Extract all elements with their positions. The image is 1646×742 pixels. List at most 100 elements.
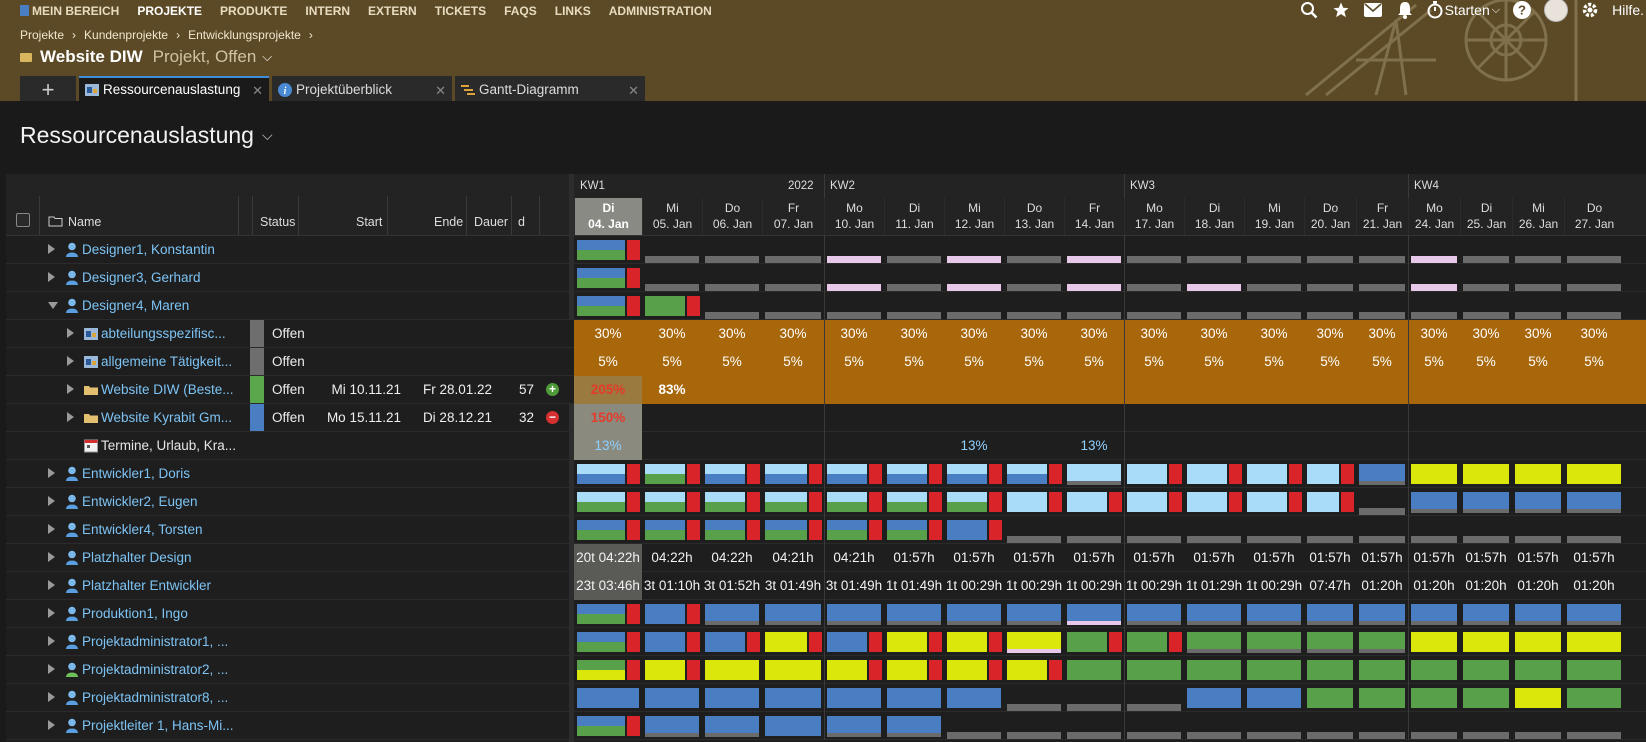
load-cell[interactable] [824, 600, 884, 628]
day-header[interactable]: Mo 24. Jan [1408, 198, 1460, 235]
load-cell[interactable] [1304, 264, 1356, 292]
load-cell[interactable] [824, 684, 884, 712]
load-cell[interactable] [1244, 236, 1304, 264]
load-cell[interactable] [762, 292, 824, 320]
load-cell[interactable] [1004, 292, 1064, 320]
load-cell[interactable] [884, 236, 944, 264]
load-cell[interactable] [884, 628, 944, 656]
load-cell[interactable] [1304, 292, 1356, 320]
load-cell[interactable] [1004, 488, 1064, 516]
placeholder-hours[interactable]: 01:57h [1356, 550, 1408, 565]
gear-icon[interactable] [1580, 0, 1600, 20]
load-cell[interactable] [702, 292, 762, 320]
load-cell[interactable] [944, 600, 1004, 628]
day-header[interactable]: Di 11. Jan [884, 198, 944, 235]
table-row[interactable]: Entwickler2, Eugen [6, 488, 1646, 516]
collapse-icon[interactable] [48, 302, 58, 309]
load-cell[interactable] [824, 628, 884, 656]
load-cell[interactable] [1564, 488, 1624, 516]
load-cell[interactable] [1124, 656, 1184, 684]
load-cell[interactable] [1184, 264, 1244, 292]
load-cell[interactable] [944, 292, 1004, 320]
load-cell[interactable] [1244, 656, 1304, 684]
day-header[interactable]: Fr 21. Jan [1356, 198, 1408, 235]
load-cell[interactable] [884, 264, 944, 292]
expand-icon[interactable] [48, 580, 55, 590]
nav-intern[interactable]: INTERN [305, 4, 350, 18]
placeholder-hours[interactable]: 01:57h [1408, 550, 1460, 565]
load-cell[interactable] [884, 516, 944, 544]
load-cell[interactable] [642, 656, 702, 684]
view-selector[interactable]: Ressourcenauslastung ⌵ [20, 122, 273, 149]
load-cell[interactable] [1356, 236, 1408, 264]
load-cell[interactable] [824, 656, 884, 684]
load-cell[interactable] [884, 600, 944, 628]
placeholder-hours[interactable]: 01:57h [1004, 550, 1064, 565]
table-row[interactable]: Projektadministrator1, ... [6, 628, 1646, 656]
day-header[interactable]: Di 25. Jan [1460, 198, 1512, 235]
expand-icon[interactable] [48, 692, 55, 702]
table-row[interactable]: Projektadministrator2, ... [6, 656, 1646, 684]
table-row[interactable]: Entwickler4, Torsten [6, 516, 1646, 544]
allocation-value[interactable]: 5% [574, 354, 642, 369]
load-cell[interactable] [1244, 628, 1304, 656]
load-cell[interactable] [1064, 600, 1124, 628]
allocation-value[interactable]: 30% [1304, 326, 1356, 341]
load-cell[interactable] [1460, 236, 1512, 264]
load-cell[interactable] [1004, 712, 1064, 740]
allocation-value[interactable]: 5% [642, 354, 702, 369]
allocation-value[interactable]: 205% [574, 382, 642, 397]
load-cell[interactable] [1184, 516, 1244, 544]
day-header[interactable]: Mo 10. Jan [824, 198, 884, 235]
load-cell[interactable] [1184, 236, 1244, 264]
table-row[interactable]: Produktion1, Ingo [6, 600, 1646, 628]
allocation-value[interactable]: 30% [1564, 326, 1624, 341]
day-header[interactable]: Fr 07. Jan [762, 198, 824, 235]
avatar[interactable] [1544, 0, 1569, 22]
load-cell[interactable] [1244, 516, 1304, 544]
placeholder-hours[interactable]: 01:20h [1564, 578, 1624, 593]
chevron-down-icon[interactable]: ⌵ [262, 49, 272, 65]
load-cell[interactable] [1244, 264, 1304, 292]
load-cell[interactable] [884, 684, 944, 712]
add-tab-button[interactable]: + [20, 76, 76, 101]
select-all-checkbox[interactable] [16, 213, 30, 227]
placeholder-hours[interactable]: 01:20h [1356, 578, 1408, 593]
table-row[interactable]: allgemeine Tätigkeit... Offen 5% 5% 5% 5% 5% 5%… [6, 348, 1646, 376]
table-row[interactable]: Website Kyrabit Gm... Offen Mo 15.11.21 Di … [6, 404, 1646, 432]
load-cell[interactable] [824, 236, 884, 264]
load-cell[interactable] [762, 656, 824, 684]
day-header[interactable]: Do 06. Jan [702, 198, 762, 235]
expand-icon[interactable] [48, 496, 55, 506]
load-cell[interactable] [1564, 236, 1624, 264]
load-cell[interactable] [884, 292, 944, 320]
load-cell[interactable] [1512, 292, 1564, 320]
placeholder-hours[interactable]: 1t 00:29h [1064, 578, 1124, 593]
load-cell[interactable] [1064, 628, 1124, 656]
allocation-value[interactable]: 5% [702, 354, 762, 369]
load-cell[interactable] [642, 264, 702, 292]
load-cell[interactable] [824, 712, 884, 740]
day-header[interactable]: Fr 14. Jan [1064, 198, 1124, 235]
table-row[interactable]: abteilungsspezifisc... Offen 30% 30% 30% 30% 3… [6, 320, 1646, 348]
allocation-value[interactable]: 5% [1304, 354, 1356, 369]
row-name[interactable]: Projektadministrator2, ... [82, 662, 244, 677]
load-cell[interactable] [1512, 460, 1564, 488]
expand-icon[interactable] [48, 524, 55, 534]
load-cell[interactable] [574, 656, 642, 684]
load-cell[interactable] [1512, 656, 1564, 684]
nav-administration[interactable]: ADMINISTRATION [609, 4, 712, 18]
load-cell[interactable] [1124, 236, 1184, 264]
row-name[interactable]: Entwickler4, Torsten [82, 522, 244, 537]
load-cell[interactable] [1184, 460, 1244, 488]
load-cell[interactable] [1460, 292, 1512, 320]
nav-links[interactable]: LINKS [555, 4, 591, 18]
allocation-value[interactable]: 5% [1184, 354, 1244, 369]
load-cell[interactable] [702, 684, 762, 712]
load-cell[interactable] [1408, 516, 1460, 544]
table-row[interactable]: Website DIW (Beste... Offen Mi 10.11.21 Fr … [6, 376, 1646, 404]
row-name[interactable]: Designer4, Maren [82, 298, 244, 313]
column-header-status[interactable]: Status [260, 215, 295, 229]
close-icon[interactable]: ✕ [435, 83, 446, 99]
allocation-value[interactable]: 13% [574, 438, 642, 453]
